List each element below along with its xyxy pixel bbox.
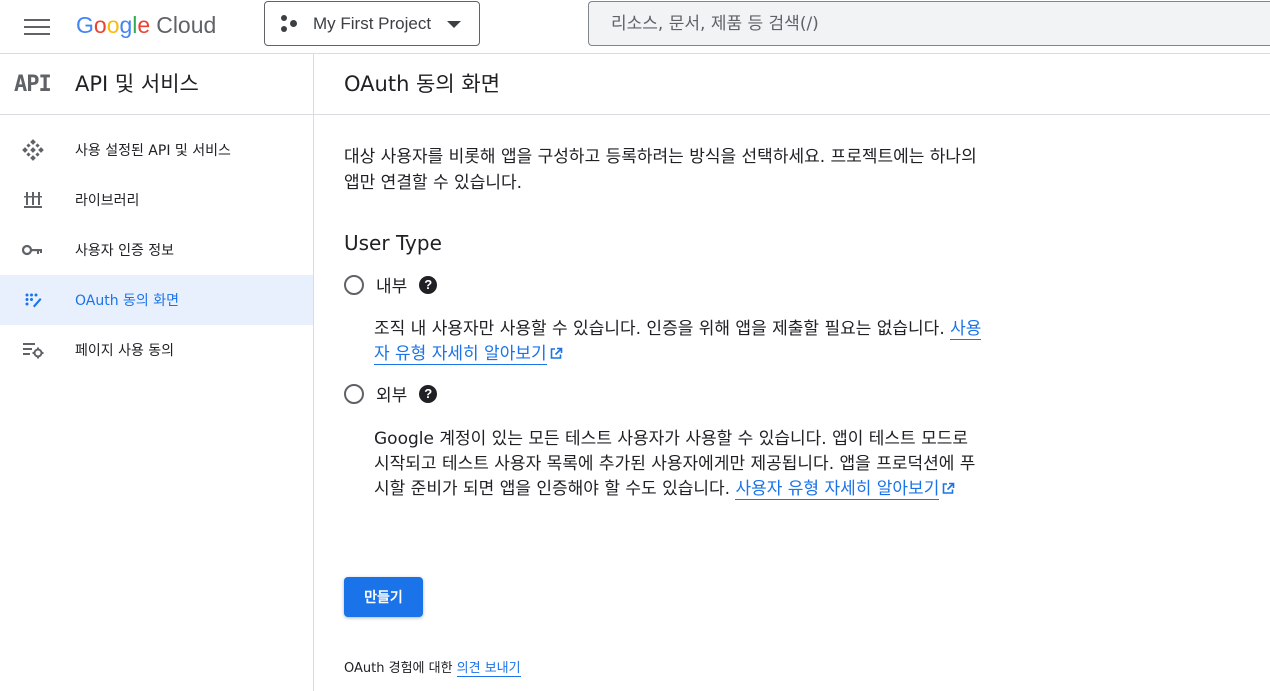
feedback-line: OAuth 경험에 대한 의견 보내기 (344, 657, 521, 677)
external-description: Google 계정이 있는 모든 테스트 사용자가 사용할 수 있습니다. 앱이… (374, 427, 984, 502)
logo-letter: e (137, 12, 151, 38)
api-logo-icon: API (14, 72, 52, 97)
logo-letter: G (76, 12, 94, 38)
project-picker[interactable]: My First Project (264, 1, 480, 46)
logo-letter: o (106, 12, 120, 38)
page-header: OAuth 동의 화면 (314, 54, 1270, 115)
external-link-icon (943, 482, 955, 494)
create-button[interactable]: 만들기 (344, 577, 423, 617)
search-input[interactable] (611, 13, 1211, 34)
sidebar-item-credentials[interactable]: 사용자 인증 정보 (0, 225, 313, 275)
sidebar-item-label: 사용자 인증 정보 (75, 243, 175, 259)
top-bar: Google Cloud My First Project (0, 0, 1270, 54)
help-icon[interactable]: ? (419, 384, 438, 403)
logo-cloud-text: Cloud (156, 12, 217, 38)
logo-letter: o (93, 12, 107, 38)
project-name: My First Project (313, 13, 432, 33)
radio-option-external[interactable]: 외부 ? (344, 381, 438, 406)
radio-internal[interactable] (344, 274, 364, 295)
radio-option-internal[interactable]: 내부 ? (344, 272, 438, 297)
internal-description-text: 조직 내 사용자만 사용할 수 있습니다. 인증을 위해 앱을 제출할 필요는 … (374, 319, 945, 339)
library-icon (22, 190, 44, 210)
intro-text: 대상 사용자를 비롯해 앱을 구성하고 등록하려는 방식을 선택하세요. 프로젝… (344, 147, 977, 193)
sidebar-item-page-usage-agreements[interactable]: 페이지 사용 동의 (0, 325, 313, 375)
learn-more-link-external[interactable]: 사용자 유형 자세히 알아보기 (735, 479, 940, 500)
sidebar-nav: 사용 설정된 API 및 서비스 라이브러리 사용자 인증 정보 OAuth 동… (0, 125, 313, 375)
sidebar: API API 및 서비스 사용 설정된 API 및 서비스 라이브러리 사용자… (0, 54, 314, 691)
sidebar-item-label: 페이지 사용 동의 (75, 343, 175, 359)
radio-external[interactable] (344, 383, 364, 404)
key-icon (22, 240, 44, 260)
sidebar-item-oauth-consent[interactable]: OAuth 동의 화면 (0, 275, 313, 325)
search-bar[interactable] (588, 1, 1270, 46)
logo-letter: g (119, 12, 133, 38)
sidebar-item-enabled-apis[interactable]: 사용 설정된 API 및 서비스 (0, 125, 313, 175)
main-content: OAuth 동의 화면 대상 사용자를 비롯해 앱을 구성하고 등록하려는 방식… (314, 54, 1270, 691)
oauth-icon (22, 290, 44, 310)
sidebar-item-label: 사용 설정된 API 및 서비스 (75, 143, 231, 159)
diamond-grid-icon (22, 139, 44, 161)
external-link-icon (550, 347, 562, 359)
dropdown-caret-icon (447, 21, 461, 28)
sidebar-item-label: OAuth 동의 화면 (75, 293, 180, 309)
user-type-heading: User Type (344, 231, 442, 255)
page-title: OAuth 동의 화면 (344, 72, 501, 96)
project-dots-icon (281, 14, 301, 34)
learn-more-link-text: 사용자 유형 자세히 알아보기 (735, 479, 940, 499)
settings-list-icon (22, 340, 44, 360)
sidebar-title: API 및 서비스 (75, 72, 199, 96)
sidebar-item-library[interactable]: 라이브러리 (0, 175, 313, 225)
hamburger-menu-icon[interactable] (24, 14, 50, 38)
send-feedback-link[interactable]: 의견 보내기 (456, 661, 521, 677)
feedback-prefix: OAuth 경험에 대한 (344, 661, 457, 676)
sidebar-header: API API 및 서비스 (0, 54, 313, 115)
radio-label-internal: 내부 (376, 277, 408, 297)
google-cloud-logo[interactable]: Google Cloud (76, 10, 216, 40)
internal-description: 조직 내 사용자만 사용할 수 있습니다. 인증을 위해 앱을 제출할 필요는 … (374, 317, 984, 367)
sidebar-item-label: 라이브러리 (75, 193, 140, 209)
help-icon[interactable]: ? (419, 275, 438, 294)
radio-label-external: 외부 (376, 386, 408, 406)
